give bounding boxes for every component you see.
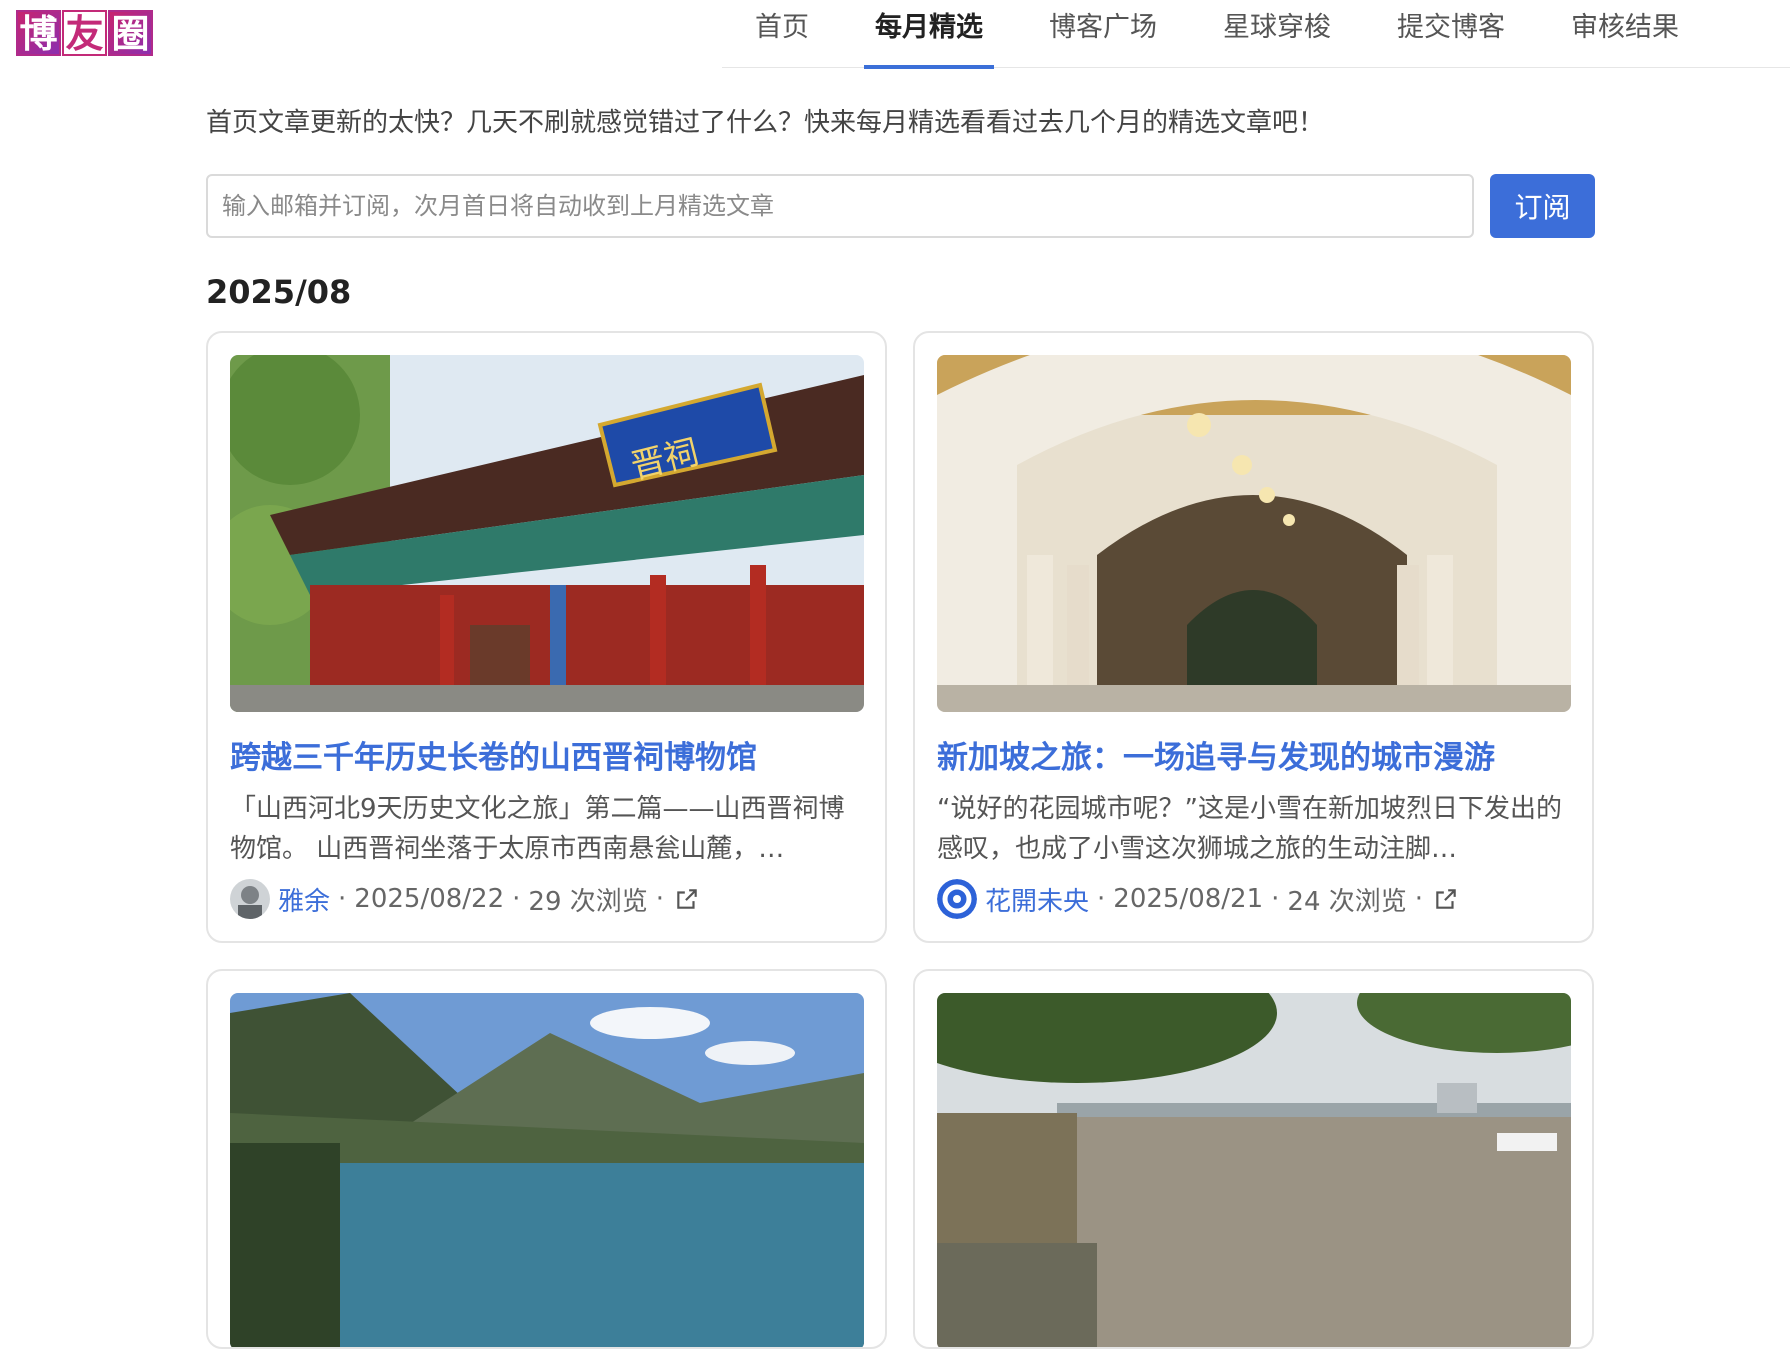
article-title[interactable]: 跨越三千年历史长卷的山西晋祠博物馆 [230,732,863,777]
site-logo[interactable]: 博 友 圈 [16,10,153,56]
nav-item-submit-blog[interactable]: 提交博客 [1364,0,1538,68]
nav-item-monthly-picks[interactable]: 每月精选 [842,0,1016,69]
temple-gate-photo[interactable]: 晋祠 [230,355,864,712]
article-excerpt: 「山西河北9天历史文化之旅」第二篇——山西晋祠博物馆。 山西晋祠坐落于太原市西南… [230,794,845,864]
page-intro: 首页文章更新的太快？几天不刷就感觉错过了什么？快来每月精选看看过去几个月的精选文… [206,108,1325,138]
article-grid: 晋祠 跨越三千年历史长卷的山西晋祠博物馆 「山西河北9天历史文化之旅」第二篇——… [206,331,1594,1349]
publish-date: 2025/08/22 [354,884,505,914]
article-card: 新加坡之旅：一场追寻与发现的城市漫游 “说好的花园城市呢？”这是小雪在新加坡烈日… [913,331,1594,943]
logo-char: 圈 [108,10,153,56]
author-avatar[interactable] [937,879,977,919]
external-link-icon[interactable] [674,886,700,912]
meta-separator: · [512,884,521,914]
publish-date: 2025/08/21 [1113,884,1264,914]
meta-separator: · [655,884,665,914]
month-heading: 2025/08 [206,273,352,311]
article-excerpt: “说好的花园城市呢？”这是小雪在新加坡烈日下发出的感叹，也成了小雪这次狮城之旅的… [937,794,1562,864]
article-card [913,969,1594,1349]
article-card [206,969,887,1349]
article-title[interactable]: 新加坡之旅：一场追寻与发现的城市漫游 [937,732,1570,777]
mountain-lake-photo[interactable] [230,993,864,1349]
nav-item-planet-shuttle[interactable]: 星球穿梭 [1190,0,1364,68]
author-name[interactable]: 雅余 [278,881,330,918]
author-name[interactable]: 花開未央 [985,881,1089,918]
meta-separator: · [1271,884,1280,914]
article-card: 晋祠 跨越三千年历史长卷的山西晋祠博物馆 「山西河北9天历史文化之旅」第二篇——… [206,331,887,943]
meta-separator: · [1097,884,1106,914]
main-nav: 首页 每月精选 博客广场 星球穿梭 提交博客 审核结果 [722,0,1790,69]
logo-char: 友 [62,10,107,56]
article-meta: 雅余 · 2025/08/22 · 29 次浏览 · [230,879,863,919]
article-meta: 花開未央 · 2025/08/21 · 24 次浏览 · [937,879,1570,919]
email-subscribe-input[interactable] [206,174,1474,238]
subscribe-button[interactable]: 订阅 [1490,174,1595,238]
colonnade-arches-photo[interactable] [937,355,1571,712]
view-count: 29 次浏览 [528,886,648,917]
external-link-icon[interactable] [1433,886,1459,912]
meta-separator: · [338,884,347,914]
logo-char: 博 [16,10,61,56]
river-bridge-photo[interactable] [937,993,1571,1349]
top-bar: 博 友 圈 首页 每月精选 博客广场 星球穿梭 提交博客 审核结果 [0,0,1790,70]
nav-item-blog-square[interactable]: 博客广场 [1016,0,1190,68]
nav-item-review-results[interactable]: 审核结果 [1538,0,1712,68]
meta-separator: · [1414,884,1424,914]
nav-item-home[interactable]: 首页 [722,0,842,68]
view-count: 24 次浏览 [1287,886,1407,917]
author-avatar[interactable] [230,879,270,919]
